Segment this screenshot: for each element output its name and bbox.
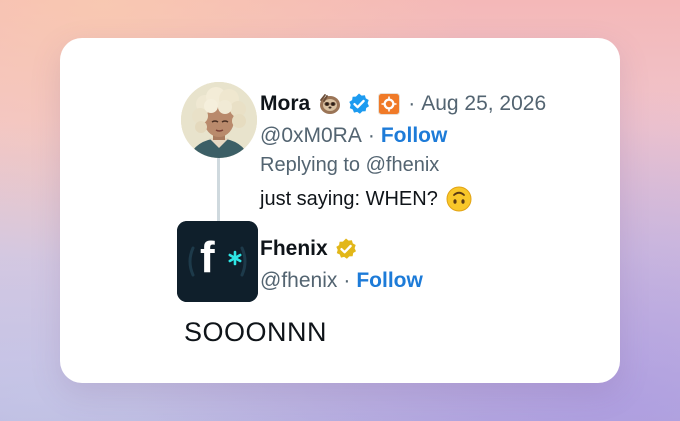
upside-down-face-emoji-icon (446, 186, 472, 212)
mora-display-name[interactable]: Mora (260, 92, 310, 116)
reply-text: SOOONNN (184, 317, 328, 347)
tweet-body: just saying: WHEN? (260, 184, 472, 214)
fhenix-logo-letter: f (200, 233, 215, 282)
mora-handle[interactable]: @0xM0RA (260, 124, 362, 148)
fhenix-display-name[interactable]: Fhenix (260, 237, 328, 261)
replying-to-text[interactable]: Replying to @fhenix (260, 154, 439, 177)
tweet-header: Mora · Aug 25, 2026 (260, 90, 546, 118)
tweet-date[interactable]: Aug 25, 2026 (421, 92, 546, 116)
header-separator: · (408, 92, 416, 115)
reply-handle-separator: · (343, 269, 351, 292)
tweet-card: Mora · Aug 25, 2026 @0xM0RA · Follow Rep… (60, 38, 620, 383)
verified-badge-icon[interactable] (347, 92, 371, 116)
tweet-text: just saying: WHEN? (260, 187, 438, 210)
follow-mora-button[interactable]: Follow (381, 124, 448, 148)
mora-handle-row: @0xM0RA · Follow (260, 122, 447, 150)
replying-to-row: Replying to @fhenix (260, 151, 439, 179)
handle-separator: · (367, 124, 375, 147)
fhenix-avatar[interactable]: f (177, 221, 258, 302)
reply-header: Fhenix (260, 235, 358, 263)
gold-verified-badge-icon[interactable] (334, 237, 358, 261)
fhenix-handle-row: @fhenix · Follow (260, 267, 423, 295)
follow-fhenix-button[interactable]: Follow (356, 269, 423, 293)
sloth-emoji-icon (318, 92, 342, 116)
org-badge-icon[interactable] (378, 93, 401, 115)
mora-avatar[interactable] (181, 82, 257, 158)
fhenix-handle[interactable]: @fhenix (260, 269, 337, 293)
